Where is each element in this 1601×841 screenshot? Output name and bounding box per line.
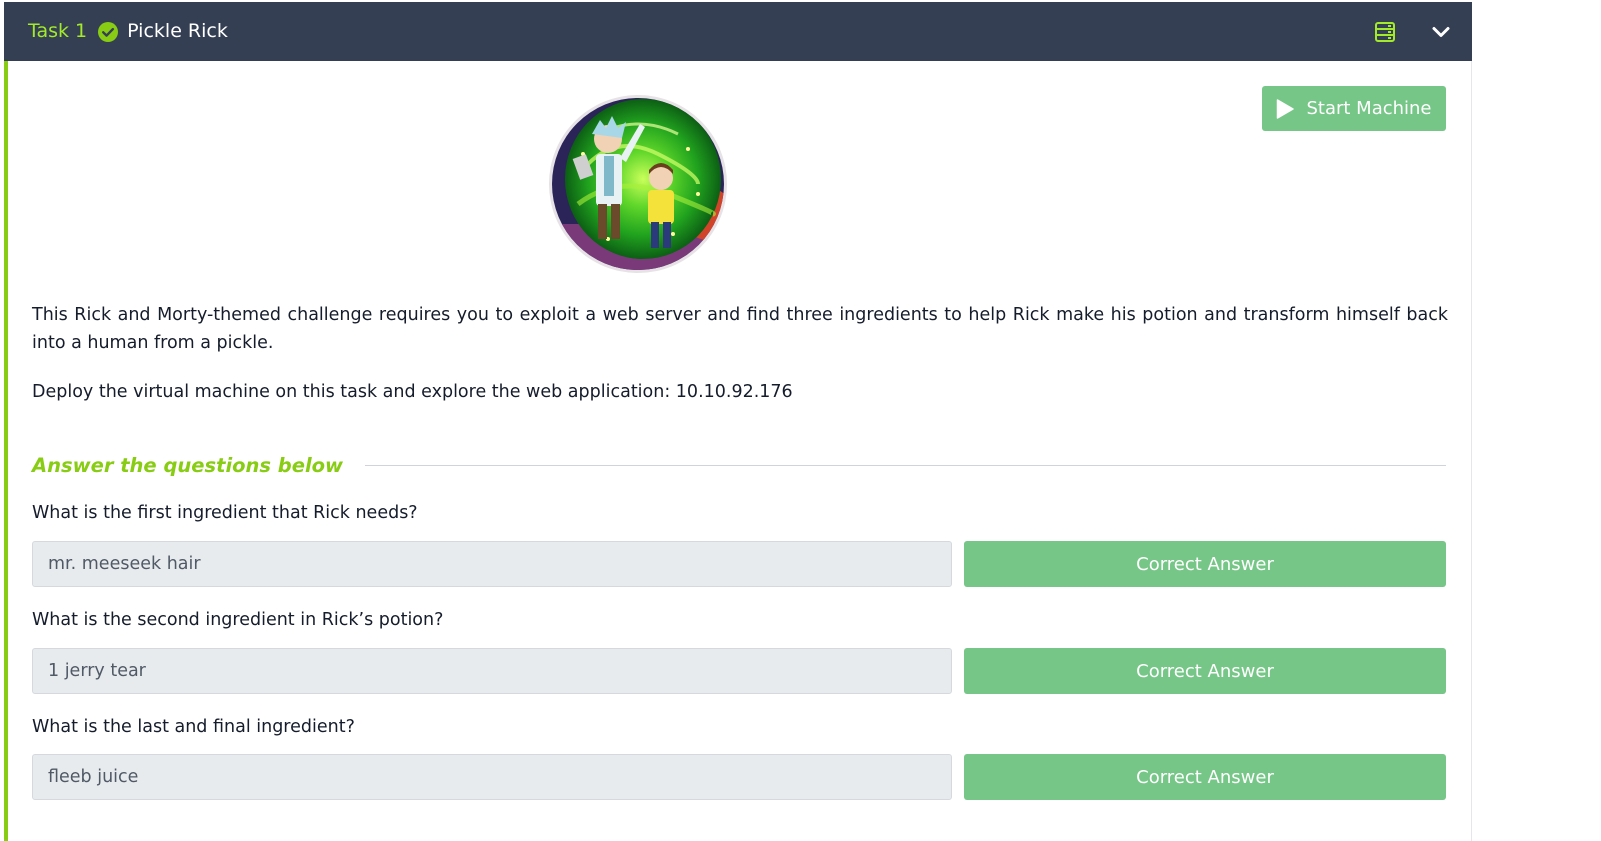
answer-input[interactable] [32, 541, 952, 587]
play-icon [1276, 98, 1295, 119]
answer-heading-text: Answer the questions below [32, 453, 344, 477]
task-header[interactable]: Task 1 Pickle Rick [4, 2, 1472, 61]
divider [365, 464, 1446, 466]
task-title: Pickle Rick [127, 20, 228, 42]
answer-input[interactable] [32, 754, 952, 800]
task-deploy-instructions: Deploy the virtual machine on this task … [32, 382, 793, 402]
task-accent-bar [4, 61, 8, 841]
correct-answer-button[interactable]: Correct Answer [964, 541, 1446, 587]
start-machine-button[interactable]: Start Machine [1262, 86, 1446, 131]
rick-and-morty-portal-image [548, 94, 728, 274]
task-number: Task 1 [28, 20, 88, 42]
header-actions [1374, 2, 1452, 61]
correct-answer-button[interactable]: Correct Answer [964, 648, 1446, 694]
question-text: What is the first ingredient that Rick n… [32, 503, 418, 523]
correct-answer-button[interactable]: Correct Answer [964, 754, 1446, 800]
check-circle-icon [98, 21, 119, 42]
question-text: What is the last and final ingredient? [32, 717, 355, 737]
task-description-paragraph: This Rick and Morty-themed challenge req… [32, 305, 1448, 353]
notes-icon[interactable] [1374, 21, 1396, 43]
task-card: Task 1 Pickle Rick Start Machine This Ri… [4, 2, 1472, 841]
answer-input[interactable] [32, 648, 952, 694]
question-text: What is the second ingredient in Rick’s … [32, 610, 444, 630]
answer-questions-heading: Answer the questions below [32, 450, 1446, 480]
chevron-down-icon[interactable] [1430, 21, 1452, 43]
start-machine-label: Start Machine [1306, 98, 1432, 119]
